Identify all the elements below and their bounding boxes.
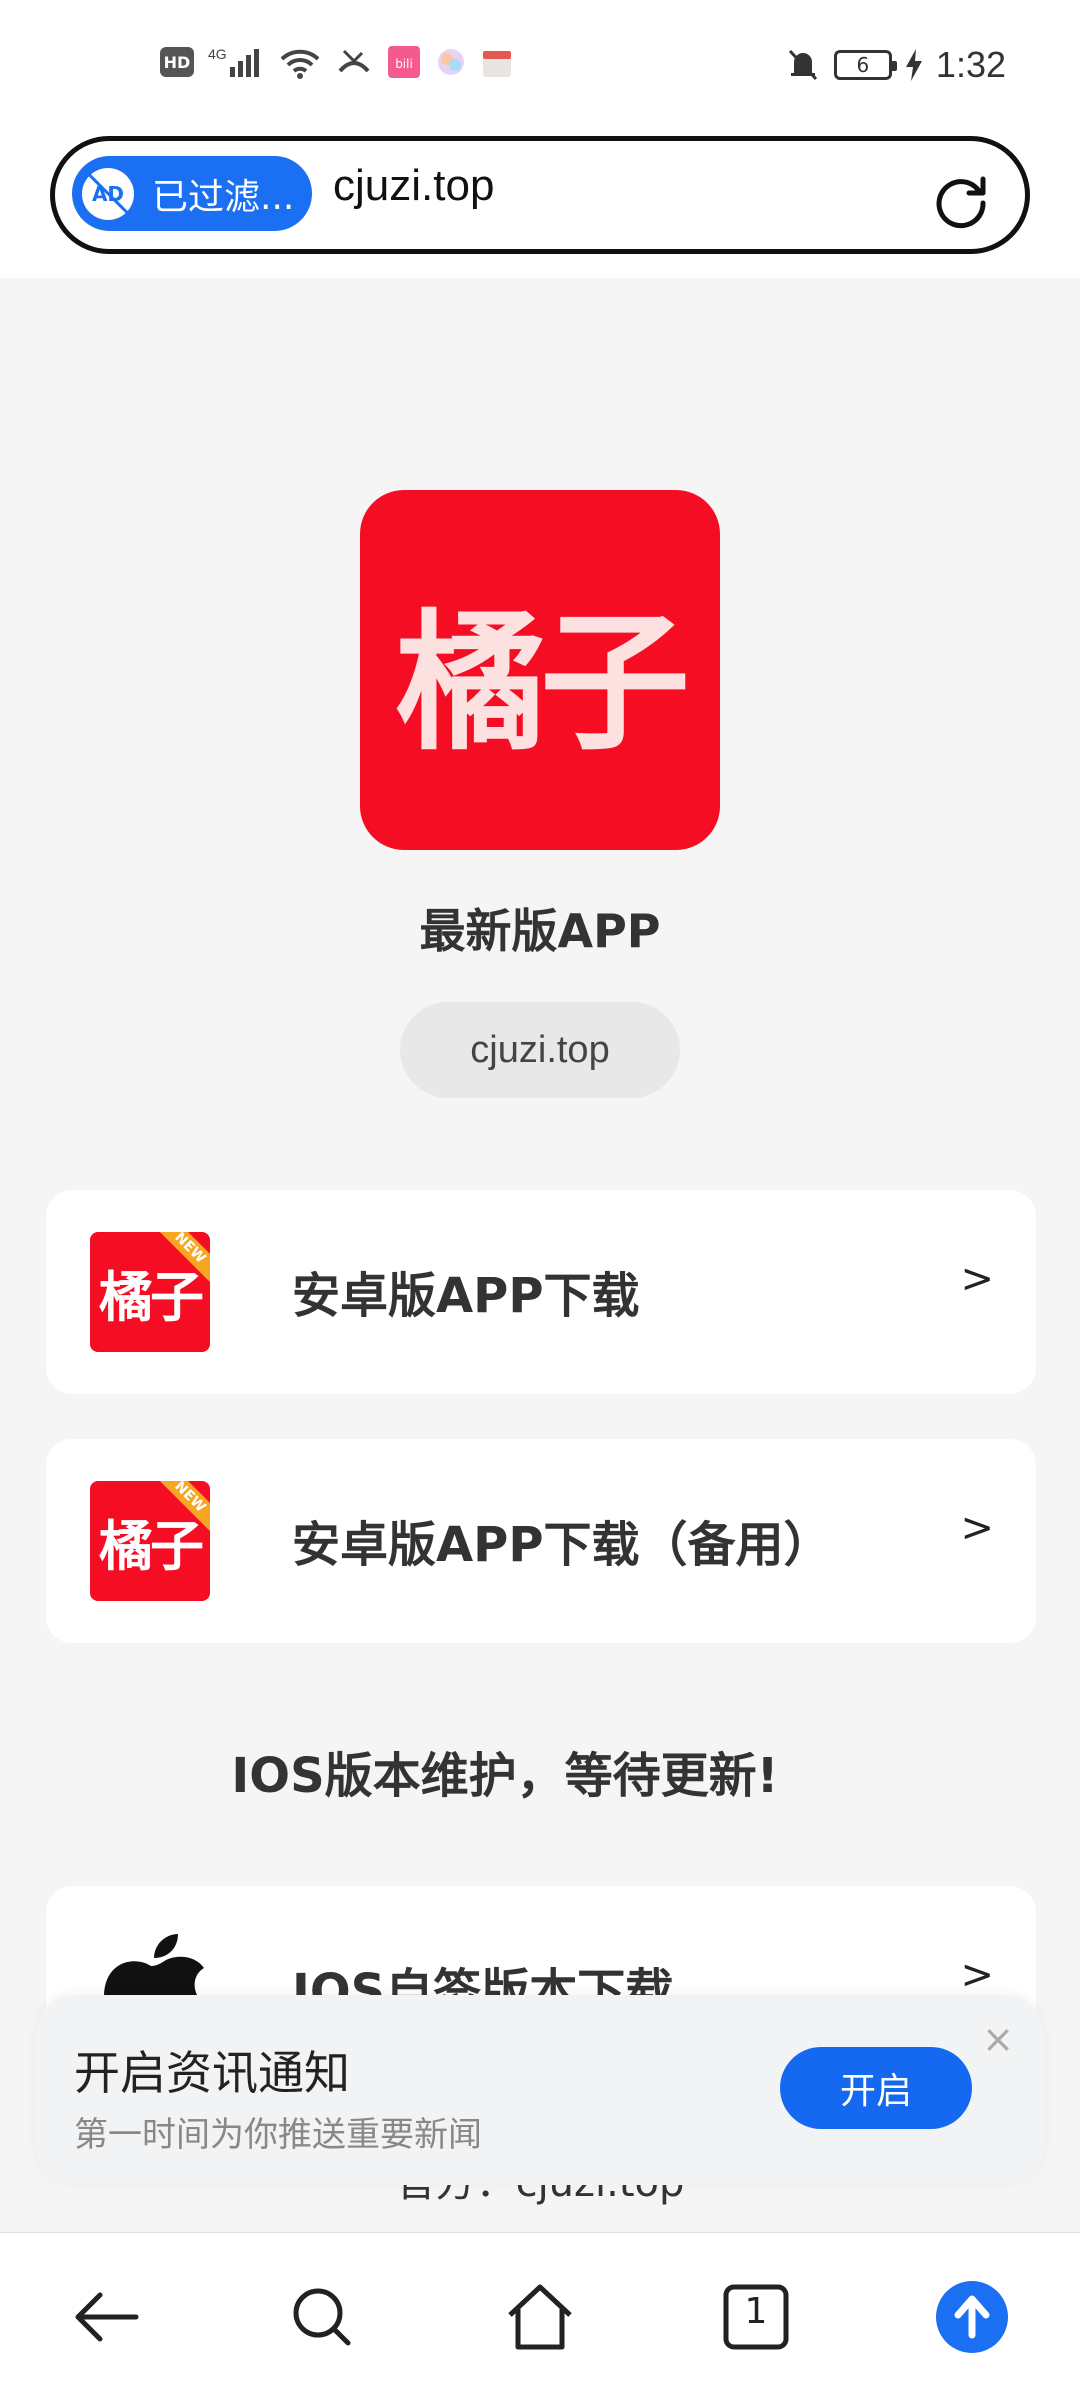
ad-filter-label: 已过滤... <box>152 176 295 218</box>
android-backup-app-icon: 橘子 NEW <box>90 1481 210 1601</box>
color-circle-icon <box>438 49 464 75</box>
android-backup-download-label: 安卓版APP下载（备用） <box>292 1517 832 1573</box>
browser-toolbar: AD 已过滤... cjuzi.top <box>0 130 1080 278</box>
network-type: 4G <box>208 46 227 62</box>
status-left: HD 4G bili <box>160 44 514 80</box>
upload-arrow-icon[interactable] <box>932 2277 1012 2357</box>
app-icon-text: 橘子 <box>99 1265 204 1329</box>
reload-icon[interactable] <box>931 169 991 229</box>
tab-count: 1 <box>744 2291 768 2332</box>
home-icon[interactable] <box>500 2277 580 2357</box>
android-app-icon: 橘子 NEW <box>90 1232 210 1352</box>
enable-notifications-button[interactable]: 开启 <box>780 2047 972 2129</box>
battery-icon: 6 <box>833 50 897 80</box>
chevron-right-icon: > <box>960 1952 994 1998</box>
ios-maintenance-notice: IOS版本维护，等待更新! <box>231 1748 779 1804</box>
ad-block-icon: AD <box>82 167 134 220</box>
signal-icon: 4G <box>208 46 259 77</box>
gift-box-icon <box>483 51 511 77</box>
close-icon[interactable]: × <box>982 2017 1014 2061</box>
url-text[interactable]: cjuzi.top <box>333 161 494 211</box>
page-title: 最新版APP <box>419 904 661 958</box>
tabs-button[interactable]: 1 <box>716 2277 796 2357</box>
bottom-navigation: 1 <box>0 2232 1080 2400</box>
hd-badge: HD <box>160 47 194 77</box>
app-icon-text: 橘子 <box>99 1514 204 1578</box>
ad-filter-button[interactable]: AD 已过滤... <box>72 156 312 231</box>
mute-bell-icon <box>788 49 818 81</box>
status-bar: HD 4G bili 6 1:32 <box>0 0 1080 130</box>
app-notification-icon: bili <box>388 46 420 78</box>
domain-badge: cjuzi.top <box>400 1002 680 1098</box>
wifi-icon <box>280 49 320 79</box>
charging-icon <box>905 49 922 81</box>
notification-title: 开启资讯通知 <box>74 2046 350 2100</box>
android-download-label: 安卓版APP下载 <box>292 1268 640 1324</box>
app-logo: 橘子 <box>360 490 720 850</box>
address-bar[interactable]: AD 已过滤... cjuzi.top <box>50 136 1030 254</box>
svg-text:bili: bili <box>395 57 413 71</box>
android-backup-download-card[interactable]: 橘子 NEW 安卓版APP下载（备用） > <box>46 1439 1036 1643</box>
chevron-right-icon: > <box>960 1505 994 1551</box>
chevron-right-icon: > <box>960 1256 994 1302</box>
battery-level: 6 <box>856 53 870 77</box>
android-download-card[interactable]: 橘子 NEW 安卓版APP下载 > <box>46 1190 1036 1394</box>
clock: 1:32 <box>935 44 1006 85</box>
notification-subtitle: 第一时间为你推送重要新闻 <box>74 2115 482 2155</box>
status-right: 6 1:32 <box>786 44 1006 86</box>
search-icon[interactable] <box>282 2277 362 2357</box>
app-logo-text: 橘子 <box>395 596 690 771</box>
missed-call-icon <box>338 49 370 73</box>
notification-prompt: 开启资讯通知 第一时间为你推送重要新闻 开启 × <box>36 1995 1044 2185</box>
back-arrow-icon[interactable] <box>66 2277 146 2357</box>
